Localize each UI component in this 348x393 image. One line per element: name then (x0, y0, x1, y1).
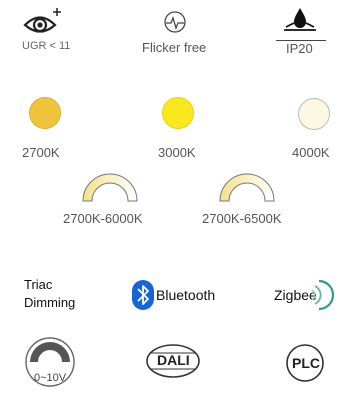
triac-dimming-label: Triac Dimming (24, 277, 76, 310)
color-swatch-2700k (29, 97, 61, 129)
tunable-white-icon (217, 171, 277, 208)
flicker-free-label: Flicker free (142, 40, 207, 55)
plc-label: PLC (292, 355, 320, 371)
water-drop-icon (280, 6, 320, 39)
temperature-label: 2700K (22, 145, 60, 160)
analog-dimmer-icon (24, 336, 76, 393)
ugr-eye-icon (22, 6, 62, 41)
color-swatch-3000k (162, 97, 194, 129)
tunable-label: 2700K-6000K (63, 211, 143, 226)
zigbee-signal-icon (311, 277, 341, 318)
tunable-white-icon (80, 171, 140, 208)
temperature-label: 4000K (292, 145, 330, 160)
tunable-label: 2700K-6500K (202, 211, 282, 226)
color-swatch-4000k (298, 98, 330, 130)
ip-label: IP20 (286, 41, 313, 56)
ugr-label: UGR < 11 (22, 40, 71, 52)
bluetooth-label: Bluetooth (156, 287, 216, 303)
temperature-label: 3000K (158, 145, 196, 160)
analog-label: 0~10V (34, 372, 67, 384)
flicker-free-icon (163, 10, 187, 39)
bluetooth-icon (132, 280, 154, 315)
dali-label: DALI (157, 352, 190, 368)
